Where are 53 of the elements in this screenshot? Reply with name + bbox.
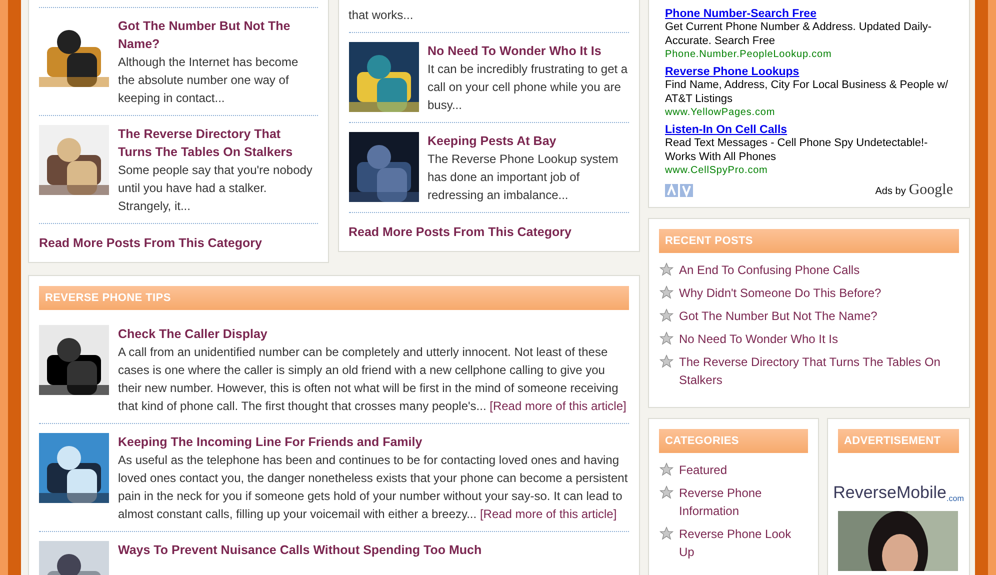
ad-url: www.YellowPages.com [665,106,776,120]
ad-url: Phone.Number.PeopleLookup.com [665,48,833,62]
read-more-link[interactable]: [Read more of this article] [490,399,626,413]
ad-link[interactable]: Reverse Phone Lookups [665,66,953,78]
read-more-link[interactable]: [Read more of this article] [480,507,617,521]
ad-text: Find Name, Address, City For Local Business & People w/ AT&T Listings [665,78,950,106]
ads-by-label: Ads by [875,186,906,197]
ad-text: Read Text Messages - Cell Phone Spy Undetectable!-Works With All Phones [665,136,929,164]
post-title[interactable]: Ways To Prevent Nuisance Calls Without Spending Too Much [118,541,629,559]
star-icon [659,285,674,300]
star-icon [659,462,674,477]
ad-brand[interactable]: Google [908,182,953,199]
ad-url: www.CellSpyPro.com [665,164,769,178]
read-more-link[interactable]: Read More Posts From This Category [348,213,629,241]
recent-post-link[interactable]: No Need To Wonder Who It Is [659,330,959,348]
ad-link[interactable]: Phone Number-Search Free [665,8,953,20]
star-icon [659,262,674,277]
star-icon [659,354,674,369]
section-header: RECENT POSTS [659,229,959,253]
section-header: CATEGORIES [659,429,808,453]
recent-post-link[interactable]: Got The Number But Not The Name? [659,307,959,325]
category-link[interactable]: Featured [659,461,808,479]
post-excerpt: Although the Internet has become the absolute number one way of keeping in contact... [118,54,300,107]
recent-post-link[interactable]: Why Didn't Someone Do This Before? [659,284,959,302]
recent-post-link[interactable]: The Reverse Directory That Turns The Tables On Stalkers [659,353,959,389]
logo-text: Mobile [896,483,947,503]
star-icon [659,308,674,323]
read-more-link[interactable]: Read More Posts From This Category [39,224,318,252]
star-icon [659,331,674,346]
post-excerpt: The Reverse Phone Lookup system has done an important job of redressing an imbalance... [428,151,620,204]
post-title[interactable]: No Need To Wonder Who It Is [428,42,629,60]
category-link[interactable]: Reverse Phone Information [659,484,808,520]
ad-text: Get Current Phone Number & Address. Updated Daily-Accurate. Search Free [665,20,933,48]
post-excerpt: A call from an unidentified number can be completely and utterly innocent. Not least of these cases is one where the caller is simply an old friend with a new cellphone calling to give you their new number. However, this is often not what will be first in the mind of someone receiving that kind of phone call. The first thought that crosses many people's... [Read more of this article] [118,344,628,415]
logo-suffix: .com [946,494,964,503]
post-excerpt: It can be incredibly frustrating to get a call on your cell phone while you are busy... [428,61,629,114]
section-header: REVERSE PHONE TIPS [39,286,629,310]
arrows-icon[interactable] [665,184,693,197]
logo-text: Reverse [833,483,896,503]
post-excerpt: that works... [348,0,629,33]
post-title[interactable]: Keeping Pests At Bay [428,132,629,150]
section-header: ADVERTISEMENT [838,429,959,453]
category-link[interactable]: Reverse Phone Look Up [659,525,808,561]
post-excerpt: As useful as the telephone has been and continues to be for contacting loved ones and having loved ones contact you, the danger nonetheless exists that your phone can become a persistent pain in the neck for you if someone gets hold of your number without your say-so. It can lead to almost constant calls, filling up your voicemail with either a breezy... [Read more of this article] [118,452,629,523]
recent-post-link[interactable]: An End To Confusing Phone Calls [659,261,959,279]
star-icon [659,526,674,541]
post-title[interactable]: Got The Number But Not The Name? [118,17,318,53]
post-title[interactable]: The Reverse Directory That Turns The Tables On Stalkers [118,125,318,161]
ad-link[interactable]: Listen-In On Cell Calls [665,124,953,136]
star-icon [659,485,674,500]
post-title[interactable]: Check The Caller Display [118,325,629,343]
post-title[interactable]: Keeping The Incoming Line For Friends and Family [118,433,629,451]
post-excerpt: Some people say that you're nobody until you have had a stalker. Strangely, it... [118,162,314,215]
